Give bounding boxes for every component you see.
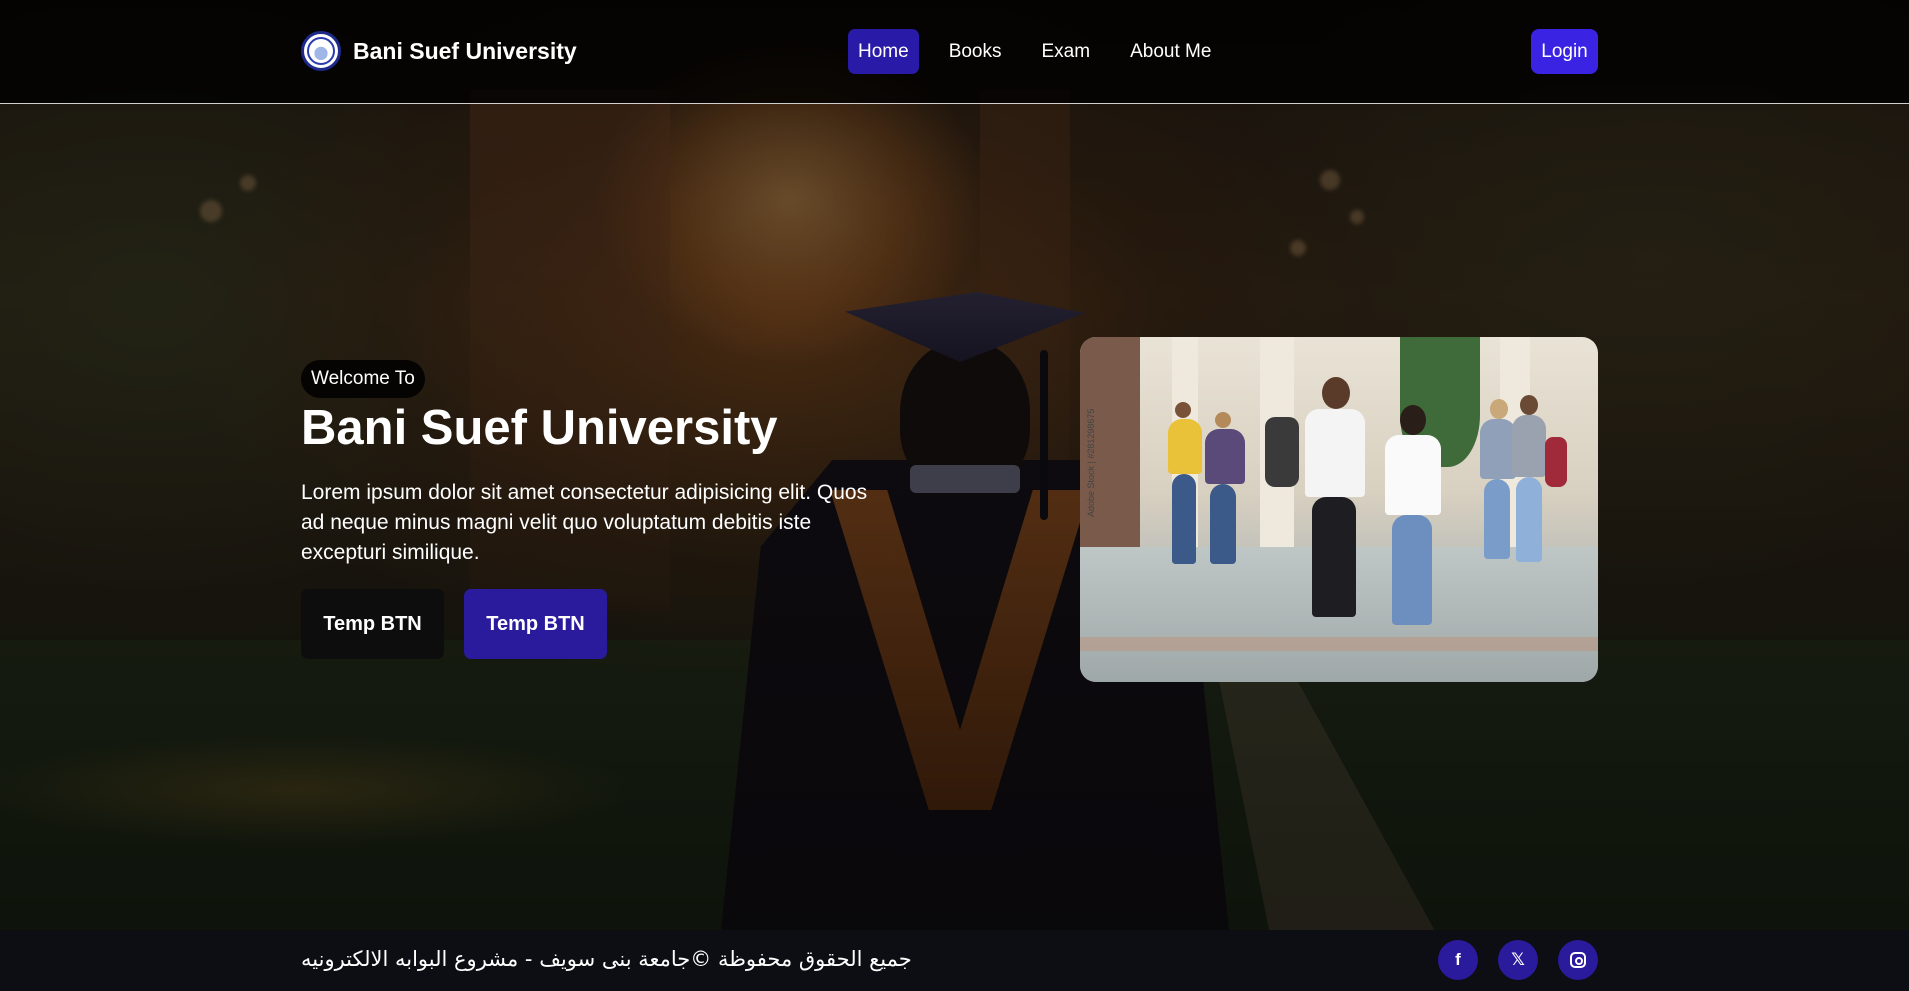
- temp-button-secondary[interactable]: Temp BTN: [301, 589, 444, 659]
- university-logo-icon: [301, 31, 341, 71]
- photo-person: [1205, 429, 1245, 484]
- x-link[interactable]: 𝕏: [1498, 940, 1538, 980]
- photo-person: [1312, 497, 1356, 617]
- welcome-badge: Welcome To: [301, 360, 425, 398]
- nav-link-exam[interactable]: Exam: [1032, 29, 1101, 74]
- photo-person-head: [1175, 402, 1191, 418]
- photo-person-head: [1322, 377, 1350, 409]
- photo-backpack: [1265, 417, 1299, 487]
- photo-person: [1392, 515, 1432, 625]
- nav-link-home[interactable]: Home: [848, 29, 919, 74]
- brand[interactable]: Bani Suef University: [301, 30, 577, 72]
- photo-person: [1168, 419, 1202, 474]
- hero-title: Bani Suef University: [301, 401, 778, 455]
- instagram-link[interactable]: [1558, 940, 1598, 980]
- photo-person-head: [1215, 412, 1231, 428]
- photo-person: [1385, 435, 1441, 515]
- facebook-link[interactable]: f: [1438, 940, 1478, 980]
- photo-person: [1516, 477, 1542, 562]
- nav-link-about-me[interactable]: About Me: [1120, 29, 1221, 74]
- temp-button-primary[interactable]: Temp BTN: [464, 589, 607, 659]
- photo-person: [1484, 479, 1510, 559]
- photo-floor-edge: [1080, 637, 1598, 651]
- photo-backpack: [1545, 437, 1567, 487]
- x-icon: 𝕏: [1511, 950, 1525, 969]
- photo-person: [1172, 474, 1196, 564]
- photo-person-head: [1490, 399, 1508, 419]
- students-photo: Adobe Stock | #281298675: [1080, 337, 1598, 682]
- photo-watermark: Adobe Stock | #281298675: [1086, 408, 1096, 517]
- photo-person: [1512, 415, 1546, 477]
- instagram-icon: [1570, 952, 1586, 968]
- footer-copyright: جميع الحقوق محفوظة ©جامعة بنى سويف - مشر…: [301, 947, 912, 971]
- brand-name: Bani Suef University: [353, 37, 577, 64]
- photo-person-head: [1400, 405, 1426, 435]
- login-button[interactable]: Login: [1531, 29, 1598, 74]
- photo-person-head: [1520, 395, 1538, 415]
- hero-description: Lorem ipsum dolor sit amet consectetur a…: [301, 481, 868, 564]
- footer: جميع الحقوق محفوظة ©جامعة بنى سويف - مشر…: [0, 930, 1909, 991]
- photo-person: [1305, 409, 1365, 497]
- nav-link-books[interactable]: Books: [939, 29, 1012, 74]
- page: Bani Suef University Home Books Exam Abo…: [0, 0, 1909, 991]
- photo-person: [1210, 484, 1236, 564]
- navbar: Bani Suef University Home Books Exam Abo…: [0, 0, 1909, 104]
- background-overlay: [0, 0, 1909, 991]
- photo-person: [1480, 419, 1516, 479]
- nav-links: Home Books Exam About Me: [848, 29, 1221, 74]
- facebook-icon: f: [1455, 950, 1461, 969]
